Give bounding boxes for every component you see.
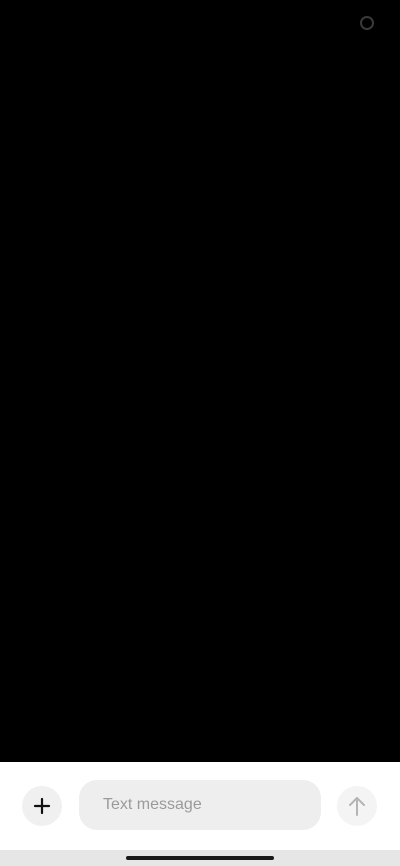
camera-cutout	[360, 16, 374, 30]
content-area	[0, 0, 400, 762]
message-input-container[interactable]	[79, 780, 321, 830]
message-composer	[0, 762, 400, 850]
screen	[0, 0, 400, 866]
message-input[interactable]	[101, 795, 299, 815]
plus-icon	[33, 797, 51, 815]
home-indicator[interactable]	[126, 856, 274, 860]
send-button[interactable]	[337, 786, 377, 826]
arrow-up-icon	[349, 797, 365, 816]
system-navigation-bar	[0, 850, 400, 866]
add-attachment-button[interactable]	[22, 786, 62, 826]
